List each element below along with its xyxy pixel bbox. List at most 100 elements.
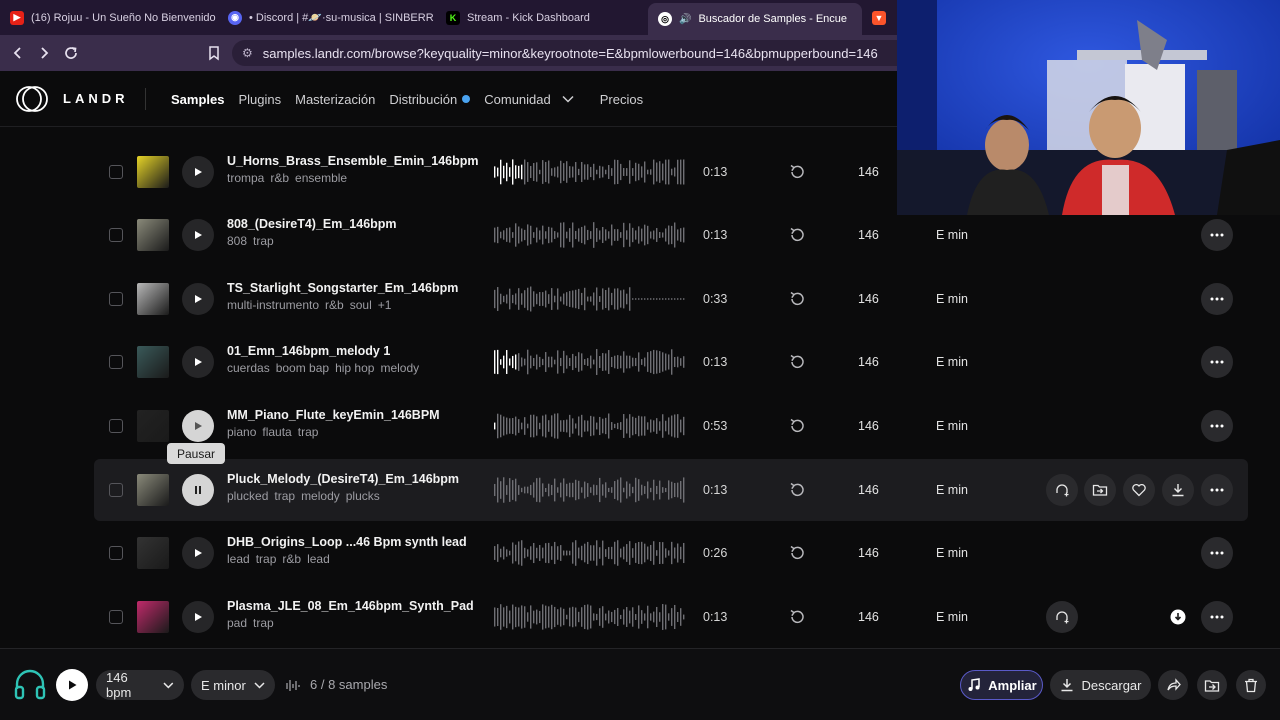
select-checkbox[interactable] — [109, 483, 123, 497]
tag-link[interactable]: plucked — [227, 489, 268, 503]
reverse-icon[interactable] — [788, 608, 806, 626]
reverse-icon[interactable] — [788, 481, 806, 499]
tag-link[interactable]: melody — [301, 489, 340, 503]
reverse-icon[interactable] — [788, 417, 806, 435]
address-bar[interactable]: ⚙ samples.landr.com/browse?keyquality=mi… — [232, 40, 912, 66]
tab-youtube[interactable]: ▶ (16) Rojuu - Un Sueño No Bienvenido — [0, 4, 218, 32]
nav-distribucion[interactable]: Distribución — [389, 92, 471, 107]
tab-kick[interactable]: K Stream - Kick Dashboard — [436, 4, 648, 32]
forward-icon[interactable] — [31, 40, 57, 66]
tag-link[interactable]: trap — [298, 425, 319, 439]
sample-title[interactable]: Pluck_Melody_(DesireT4)_Em_146bpm — [227, 472, 459, 486]
more-options-button[interactable] — [1201, 219, 1233, 251]
reload-icon[interactable] — [58, 40, 84, 66]
sample-row[interactable]: DHB_Origins_Loop ...46 Bpm synth lead lea… — [94, 522, 1248, 584]
favorite-button[interactable] — [1123, 474, 1155, 506]
sample-row[interactable]: Plasma_JLE_08_Em_146bpm_Synth_Padpad trap… — [94, 586, 1248, 648]
waveform[interactable] — [494, 538, 686, 568]
more-options-button[interactable] — [1201, 474, 1233, 506]
select-checkbox[interactable] — [109, 292, 123, 306]
tag-link[interactable]: ensemble — [295, 171, 347, 185]
sample-row[interactable]: MM_Piano_Flute_keyEmin_146BPMpiano flauta… — [94, 395, 1248, 457]
waveform[interactable] — [494, 411, 686, 441]
headphones-icon[interactable] — [13, 667, 47, 701]
landr-logo-text[interactable]: LANDR — [63, 91, 129, 106]
add-to-folder-button[interactable] — [1084, 474, 1116, 506]
select-checkbox[interactable] — [109, 610, 123, 624]
find-similar-button[interactable] — [1046, 601, 1078, 633]
play-button[interactable] — [182, 410, 214, 442]
tag-link[interactable]: cuerdas — [227, 361, 270, 375]
site-settings-icon[interactable]: ⚙ — [242, 46, 253, 60]
sample-title[interactable]: Plasma_JLE_08_Em_146bpm_Synth_Pad — [227, 599, 474, 613]
tag-link[interactable]: trap — [274, 489, 295, 503]
tag-link[interactable]: piano — [227, 425, 256, 439]
tag-link[interactable]: r&b — [325, 298, 344, 312]
tab-brave[interactable]: ▼ — [862, 4, 902, 32]
key-filter[interactable]: E minor — [191, 670, 275, 700]
waveform[interactable] — [494, 347, 686, 377]
waveform[interactable] — [494, 284, 686, 314]
tag-link[interactable]: pad — [227, 616, 247, 630]
waveform[interactable] — [494, 220, 686, 250]
select-checkbox[interactable] — [109, 419, 123, 433]
play-button[interactable] — [182, 219, 214, 251]
more-options-button[interactable] — [1201, 346, 1233, 378]
more-options-button[interactable] — [1201, 410, 1233, 442]
tab-landr-samples[interactable]: ◎ 🔊 Buscador de Samples - Encue ✕ — [648, 3, 862, 35]
landr-logo-icon[interactable] — [16, 85, 50, 113]
reverse-icon[interactable] — [788, 544, 806, 562]
sample-title[interactable]: TS_Starlight_Songstarter_Em_146bpm — [227, 281, 458, 295]
tag-link[interactable]: melody — [380, 361, 419, 375]
tab-discord[interactable]: ◉ • Discord | #🪐·su-musica | SINBERR — [218, 4, 436, 32]
ampliar-button[interactable]: Ampliar — [960, 670, 1043, 700]
more-options-button[interactable] — [1201, 283, 1233, 315]
play-button[interactable] — [182, 346, 214, 378]
play-button[interactable] — [182, 601, 214, 633]
descargar-button[interactable]: Descargar — [1050, 670, 1151, 700]
tag-link[interactable]: lead — [227, 552, 250, 566]
downloaded-button[interactable] — [1162, 601, 1194, 633]
more-options-button[interactable] — [1201, 537, 1233, 569]
waveform[interactable] — [494, 602, 686, 632]
tag-link[interactable]: trompa — [227, 171, 264, 185]
sample-title[interactable]: MM_Piano_Flute_keyEmin_146BPM — [227, 408, 440, 422]
pause-button[interactable] — [182, 474, 214, 506]
select-checkbox[interactable] — [109, 355, 123, 369]
sample-row[interactable]: Pluck_Melody_(DesireT4)_Em_146bpmplucked… — [94, 459, 1248, 521]
tag-link[interactable]: lead — [307, 552, 330, 566]
sample-title[interactable]: 808_(DesireT4)_Em_146bpm — [227, 217, 397, 231]
tag-link[interactable]: trap — [256, 552, 277, 566]
back-icon[interactable] — [5, 40, 31, 66]
reverse-icon[interactable] — [788, 353, 806, 371]
tag-link[interactable]: trap — [253, 616, 274, 630]
reverse-icon[interactable] — [788, 163, 806, 181]
nav-masterizacion[interactable]: Masterización — [295, 92, 375, 107]
play-button[interactable] — [182, 537, 214, 569]
download-button[interactable] — [1162, 474, 1194, 506]
nav-plugins[interactable]: Plugins — [238, 92, 281, 107]
tag-link[interactable]: r&b — [282, 552, 301, 566]
reverse-icon[interactable] — [788, 290, 806, 308]
sample-title[interactable]: U_Horns_Brass_Ensemble_Emin_146bpm — [227, 154, 479, 168]
share-button[interactable] — [1158, 670, 1188, 700]
play-button[interactable] — [182, 283, 214, 315]
add-to-folder-button[interactable] — [1197, 670, 1227, 700]
delete-button[interactable] — [1236, 670, 1266, 700]
sample-title[interactable]: 01_Emn_146bpm_melody 1 — [227, 344, 390, 358]
sample-row[interactable]: TS_Starlight_Songstarter_Em_146bpm multi-… — [94, 268, 1248, 330]
tag-link[interactable]: 808 — [227, 234, 247, 248]
tag-link[interactable]: flauta — [262, 425, 291, 439]
tag-link[interactable]: trap — [253, 234, 274, 248]
tag-link[interactable]: r&b — [270, 171, 289, 185]
play-button[interactable] — [182, 156, 214, 188]
waveform[interactable] — [494, 475, 686, 505]
tag-link[interactable]: hip hop — [335, 361, 374, 375]
bpm-filter[interactable]: 146 bpm — [96, 670, 184, 700]
sample-title[interactable]: DHB_Origins_Loop ...46 Bpm synth lead — [227, 535, 467, 549]
sample-row[interactable]: 01_Emn_146bpm_melody 1 cuerdas boom bap hip… — [94, 331, 1248, 393]
select-checkbox[interactable] — [109, 228, 123, 242]
find-similar-button[interactable] — [1046, 474, 1078, 506]
select-checkbox[interactable] — [109, 165, 123, 179]
tag-link[interactable]: boom bap — [276, 361, 329, 375]
